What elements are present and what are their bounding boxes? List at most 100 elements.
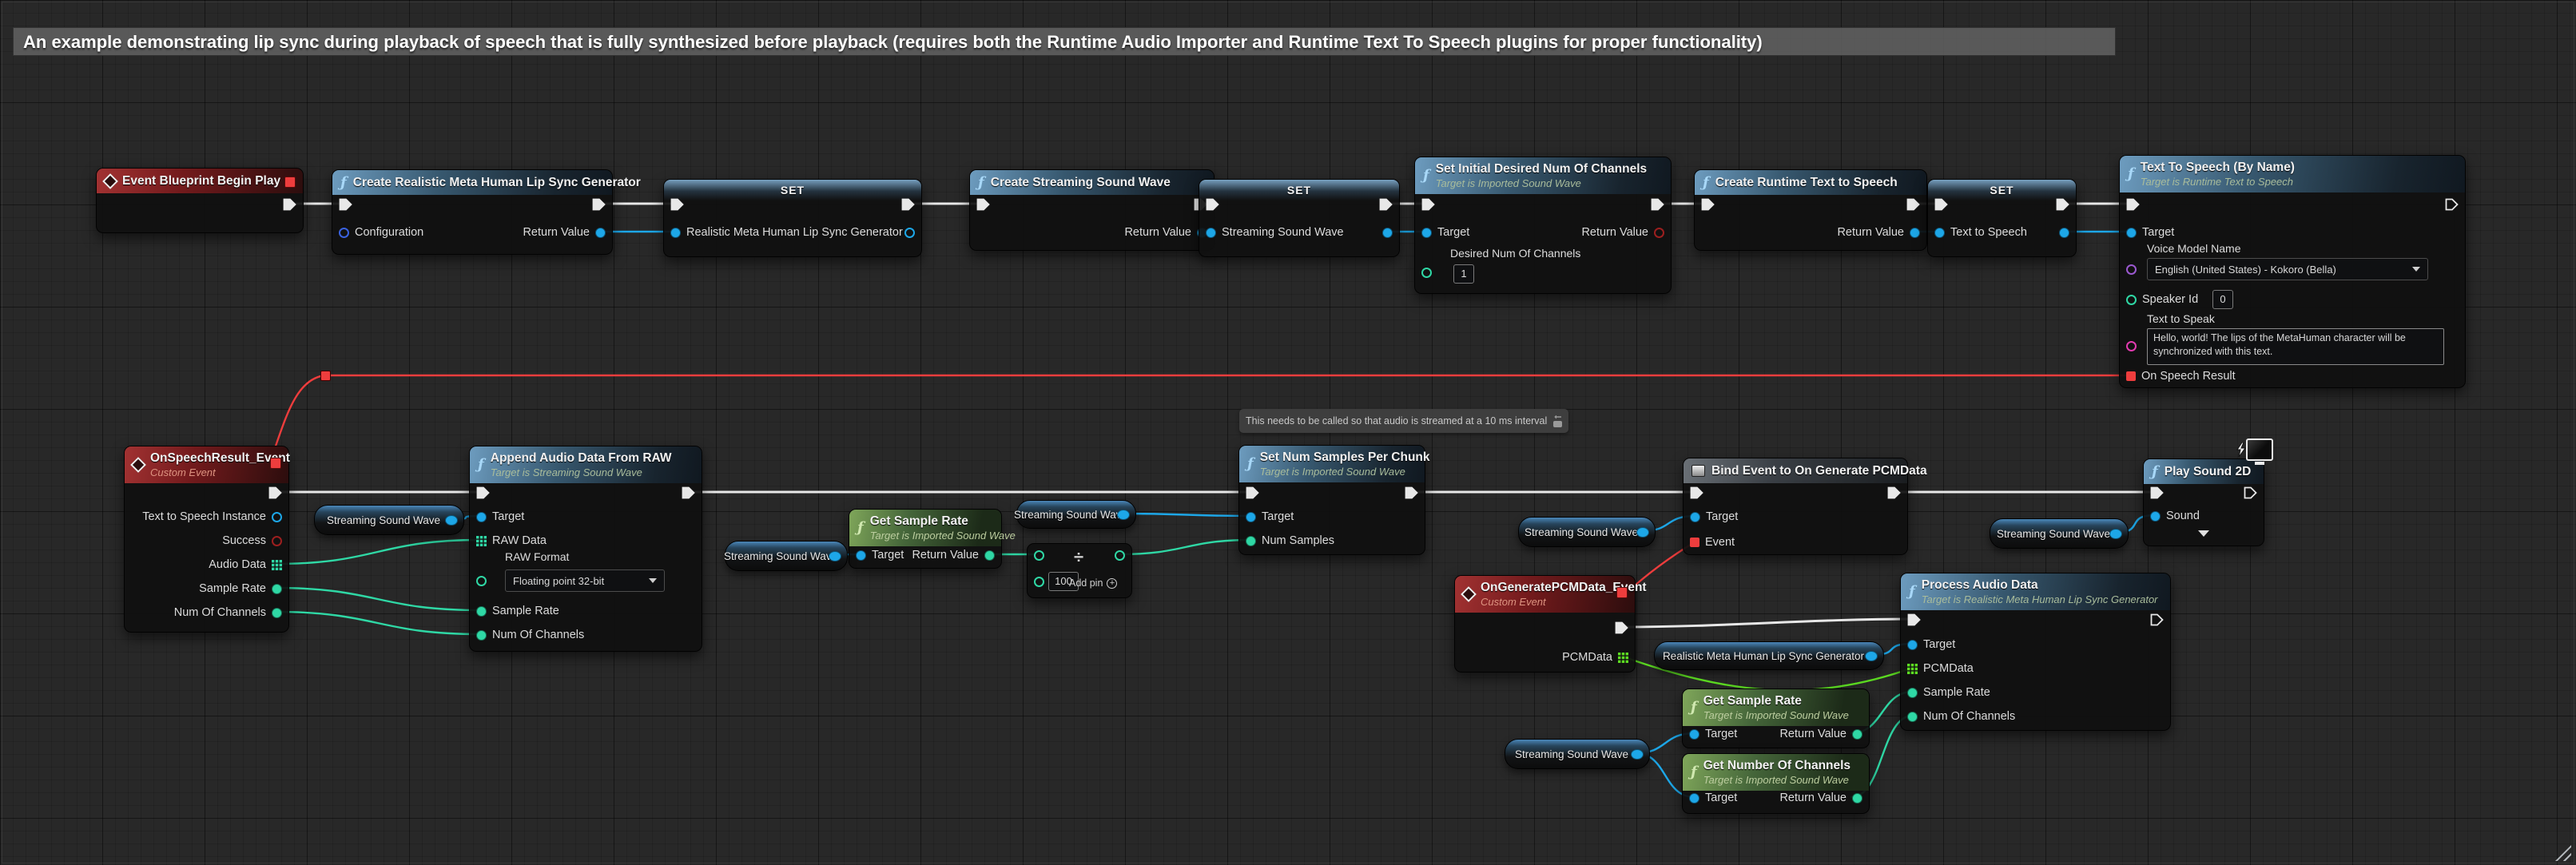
pcmdata-pin[interactable] xyxy=(1618,653,1628,663)
exec-in-pin[interactable] xyxy=(1934,198,1948,215)
streaming-sound-wave-pin[interactable] xyxy=(1206,228,1216,238)
exec-in-pin[interactable] xyxy=(1701,198,1715,215)
node-header[interactable]: ƒAppend Audio Data From RAWTarget is Str… xyxy=(470,446,702,483)
pill-streaming-sound-wave-4[interactable]: Streaming Sound Wave xyxy=(1518,517,1656,547)
target-pin[interactable] xyxy=(1421,228,1432,238)
reroute-knot[interactable] xyxy=(320,371,331,381)
sample-rate-pin[interactable] xyxy=(476,606,487,617)
node-text-to-speech-by-name[interactable]: ƒText To Speech (By Name)Target is Runti… xyxy=(2119,155,2466,388)
raw-data-pin[interactable] xyxy=(476,536,487,546)
num-of-channels-pin[interactable] xyxy=(476,630,487,641)
node-play-sound-2d[interactable]: ƒPlay Sound 2DSound xyxy=(2143,458,2264,546)
num-of-channels-pin[interactable] xyxy=(272,608,282,618)
node-set-realistic-meta-human-lip-sync-generator[interactable]: SETRealistic Meta Human Lip Sync Generat… xyxy=(663,179,922,257)
circle-pin[interactable] xyxy=(1382,228,1393,238)
variable-output-pin[interactable] xyxy=(1117,510,1130,520)
target-pin[interactable] xyxy=(1689,729,1699,740)
exec-out-pin[interactable] xyxy=(2244,486,2257,503)
add-pin-button[interactable]: Add pin+ xyxy=(1069,577,1117,589)
target-pin[interactable] xyxy=(476,512,487,522)
node-set-streaming-sound-wave[interactable]: SETStreaming Sound Wave xyxy=(1199,179,1400,257)
node-get-sample-rate-mid[interactable]: ƒGet Sample RateTarget is Imported Sound… xyxy=(849,509,1002,569)
exec-in-pin[interactable] xyxy=(1246,486,1259,503)
pill-streaming-sound-wave-5[interactable]: Streaming Sound Wave xyxy=(1990,518,2129,549)
exec-in-pin[interactable] xyxy=(1421,198,1435,215)
node-header[interactable]: OnGeneratePCMData_EventCustom Event xyxy=(1455,576,1635,613)
exec-out-pin[interactable] xyxy=(1651,198,1664,215)
exec-out-pin[interactable] xyxy=(2150,613,2164,630)
target-pin[interactable] xyxy=(2126,228,2137,238)
target-pin[interactable] xyxy=(1907,640,1918,650)
node-set-num-samples-per-chunk[interactable]: ƒSet Num Samples Per ChunkTarget is Impo… xyxy=(1238,445,1425,555)
node-create-realistic-meta-human-lip-sync-generator[interactable]: ƒCreate Realistic Meta Human Lip Sync Ge… xyxy=(332,169,613,255)
return-value-pin[interactable] xyxy=(1654,228,1664,238)
node-append-audio-data-from-raw[interactable]: ƒAppend Audio Data From RAWTarget is Str… xyxy=(469,446,702,652)
exec-in-pin[interactable] xyxy=(339,198,352,215)
node-comment-bubble[interactable]: This needs to be called so that audio is… xyxy=(1239,409,1568,433)
node-header[interactable]: OnSpeechResult_EventCustom Event xyxy=(125,446,288,483)
pcmdata-pin[interactable] xyxy=(1907,664,1918,674)
variable-output-pin[interactable] xyxy=(2109,529,2122,539)
variable-output-pin[interactable] xyxy=(1631,749,1644,760)
pill-realistic-meta-human-lip-sync-generator[interactable]: Realistic Meta Human Lip Sync Generator xyxy=(1654,641,1884,670)
target-pin[interactable] xyxy=(1246,512,1256,522)
node-set-text-to-speech[interactable]: SETText to Speech xyxy=(1927,179,2077,257)
header-delegate-pin[interactable] xyxy=(1616,587,1628,598)
node-header[interactable]: ƒCreate Streaming Sound Wave xyxy=(970,170,1214,195)
node-header[interactable]: ƒSet Num Samples Per ChunkTarget is Impo… xyxy=(1239,446,1425,482)
node-header[interactable]: ƒSet Initial Desired Num Of ChannelsTarg… xyxy=(1415,157,1671,194)
circle-pin[interactable] xyxy=(2126,341,2137,351)
node-header[interactable]: ƒProcess Audio DataTarget is Realistic M… xyxy=(1901,573,2170,610)
exec-in-pin[interactable] xyxy=(1690,486,1703,503)
return-value-pin[interactable] xyxy=(1910,228,1920,238)
node-header[interactable]: SET xyxy=(1928,180,2076,200)
return-value-pin[interactable] xyxy=(1852,729,1862,740)
audio-data-pin[interactable] xyxy=(272,560,282,570)
event-pin[interactable] xyxy=(1690,538,1699,547)
circle-pin[interactable] xyxy=(1034,550,1044,561)
exec-out-pin[interactable] xyxy=(682,486,695,503)
exec-out-pin[interactable] xyxy=(283,198,296,215)
text-to-speech-instance-pin[interactable] xyxy=(272,512,282,522)
variable-output-pin[interactable] xyxy=(445,515,458,526)
node-bind-event-to-on-generate-pcmdata[interactable]: Bind Event to On Generate PCMDataTargetE… xyxy=(1683,458,1908,555)
text-to-speech-pin[interactable] xyxy=(1934,228,1945,238)
circle-pin[interactable] xyxy=(1115,550,1125,561)
dropdown[interactable]: Floating point 32-bit xyxy=(505,569,665,592)
num-samples-pin[interactable] xyxy=(1246,536,1256,546)
node-header[interactable]: SET xyxy=(1199,180,1399,200)
textarea[interactable]: Hello, world! The lips of the MetaHuman … xyxy=(2147,328,2444,365)
sample-rate-pin[interactable] xyxy=(1907,688,1918,698)
node-header[interactable]: ƒGet Sample RateTarget is Imported Sound… xyxy=(1683,689,1869,726)
circle-pin[interactable] xyxy=(904,228,915,238)
node-header[interactable]: ƒCreate Realistic Meta Human Lip Sync Ge… xyxy=(332,170,612,195)
node-header[interactable]: ƒGet Sample RateTarget is Imported Sound… xyxy=(849,510,1001,546)
pill-streaming-sound-wave-1[interactable]: Streaming Sound Wave xyxy=(314,505,464,535)
exec-out-pin[interactable] xyxy=(592,198,606,215)
blueprint-graph-canvas[interactable]: An example demonstrating lip sync during… xyxy=(0,0,2576,865)
exec-in-pin[interactable] xyxy=(2150,486,2164,503)
target-pin[interactable] xyxy=(856,550,866,561)
node-header[interactable]: ƒGet Number Of ChannelsTarget is Importe… xyxy=(1683,754,1869,791)
node-get-sample-rate-bottom[interactable]: ƒGet Sample RateTarget is Imported Sound… xyxy=(1682,688,1870,748)
input-box[interactable]: 1 xyxy=(1453,264,1474,284)
node-header[interactable]: ƒCreate Runtime Text to Speech xyxy=(1695,170,1926,195)
sample-rate-pin[interactable] xyxy=(272,584,282,594)
node-header[interactable]: Event Blueprint Begin Play xyxy=(97,169,303,193)
target-pin[interactable] xyxy=(1689,793,1699,803)
configuration-pin[interactable] xyxy=(339,228,349,238)
exec-out-pin[interactable] xyxy=(901,198,915,215)
target-pin[interactable] xyxy=(1690,512,1700,522)
node-onspeechresult-event[interactable]: OnSpeechResult_EventCustom EventText to … xyxy=(124,446,289,633)
exec-in-pin[interactable] xyxy=(476,486,490,503)
node-header[interactable]: ƒText To Speech (By Name)Target is Runti… xyxy=(2120,156,2465,192)
input-box[interactable]: 0 xyxy=(2212,290,2233,309)
variable-output-pin[interactable] xyxy=(829,551,841,561)
realistic-meta-human-lip-sync-generator-pin[interactable] xyxy=(670,228,681,238)
node-header[interactable]: ƒPlay Sound 2D xyxy=(2144,459,2264,484)
node-ongeneratepcmdata-event[interactable]: OnGeneratePCMData_EventCustom EventPCMDa… xyxy=(1454,575,1636,673)
circle-pin[interactable] xyxy=(2126,264,2137,275)
return-value-pin[interactable] xyxy=(1852,793,1862,803)
node-header[interactable]: SET xyxy=(664,180,921,200)
node-get-number-of-channels[interactable]: ƒGet Number Of ChannelsTarget is Importe… xyxy=(1682,753,1870,814)
